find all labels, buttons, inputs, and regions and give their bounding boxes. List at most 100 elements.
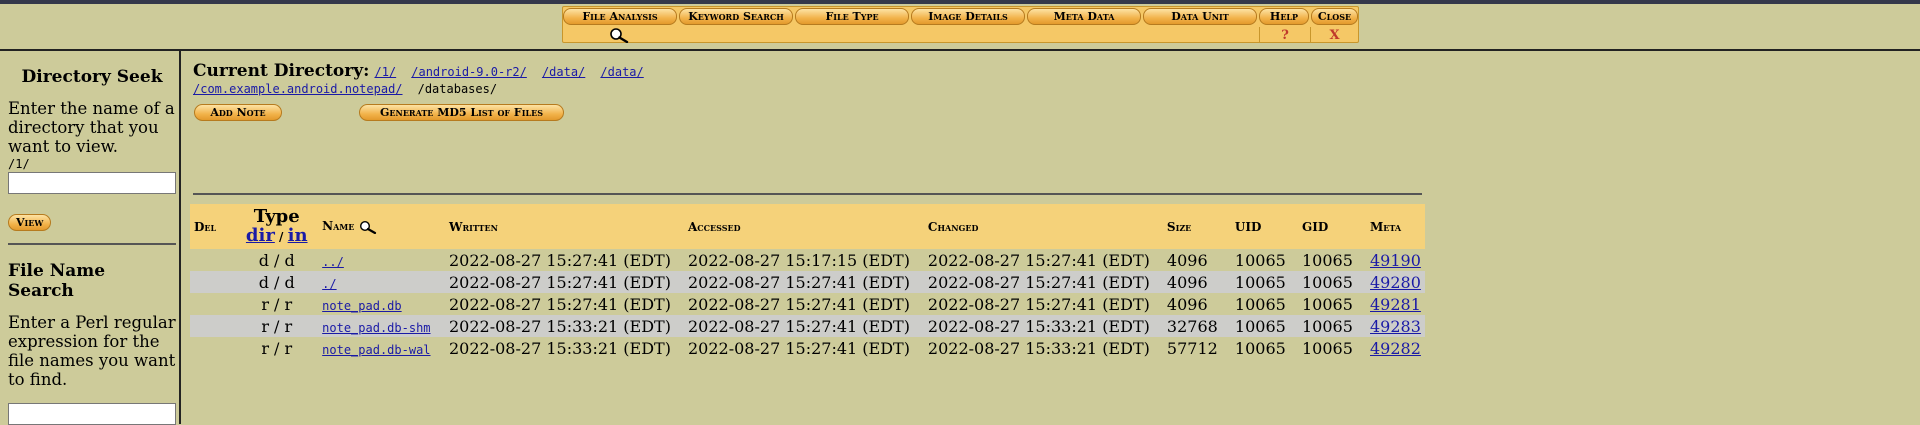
meta-link[interactable]: 49283 — [1370, 317, 1421, 336]
meta-link[interactable]: 49281 — [1370, 295, 1421, 314]
current-directory-label: Current Directory: — [193, 61, 370, 81]
menu-close[interactable]: Close — [1311, 8, 1358, 25]
menu-file-type[interactable]: File Type — [795, 8, 909, 25]
name-cell: ./ — [318, 271, 445, 293]
gid-cell: 10065 — [1298, 271, 1366, 293]
view-button[interactable]: View — [8, 214, 52, 231]
meta-link[interactable]: 49282 — [1370, 339, 1421, 358]
menu-meta-data[interactable]: Meta Data — [1027, 8, 1141, 25]
menu-help[interactable]: Help — [1259, 8, 1309, 25]
gid-cell: 10065 — [1302, 294, 1353, 314]
col-name-label: Name — [322, 219, 355, 234]
file-name-link[interactable]: ./ — [322, 277, 336, 291]
file-name-link[interactable]: note_pad.db-shm — [322, 321, 430, 335]
directory-seek-instructions: Enter the name of a directory that you w… — [8, 99, 175, 156]
changed-cell: 2022-08-27 15:27:41 (EDT) — [927, 250, 1150, 270]
name-cell: ../ — [318, 249, 445, 271]
file-table: Del Type dir / in Name Written Accessed … — [190, 204, 1425, 359]
path-current: /databases/ — [417, 82, 498, 96]
help-icon[interactable]: ? — [1260, 27, 1310, 43]
gid-cell: 10065 — [1302, 338, 1353, 358]
file-name-link[interactable]: note_pad.db-wal — [322, 343, 430, 357]
file-name-search-input[interactable] — [8, 403, 176, 425]
table-row: d / d ./ 2022-08-27 15:27:41 (EDT) 2022-… — [190, 271, 1425, 293]
file-name-search-title: File Name Search — [8, 261, 106, 301]
size-cell: 4096 — [1162, 271, 1231, 293]
meta-cell: 49190 — [1366, 249, 1425, 271]
path-link-1[interactable]: /1/ — [374, 65, 396, 79]
name-cell: note_pad.db-wal — [318, 337, 445, 359]
meta-cell: 49282 — [1366, 337, 1425, 359]
content-divider — [193, 193, 1422, 195]
type-in-link[interactable]: in — [288, 225, 308, 246]
col-accessed: Accessed — [684, 204, 924, 249]
meta-link[interactable]: 49190 — [1370, 251, 1421, 270]
sidebar: Directory Seek Enter the name of a direc… — [8, 51, 176, 425]
name-cell: note_pad.db — [318, 293, 445, 315]
file-name-link[interactable]: note_pad.db — [322, 299, 401, 313]
size-cell: 32768 — [1162, 315, 1231, 337]
del-cell — [190, 315, 236, 337]
table-row: d / d ../ 2022-08-27 15:27:41 (EDT) 2022… — [190, 249, 1425, 271]
type-cell: r / r — [261, 338, 293, 358]
size-cell: 57712 — [1166, 338, 1218, 358]
type-cell: r / r — [235, 315, 319, 337]
uid-cell: 10065 — [1234, 294, 1286, 314]
generate-md5-button[interactable]: Generate MD5 List of Files — [359, 104, 564, 121]
table-header-row: Del Type dir / in Name Written Accessed … — [190, 204, 1425, 249]
directory-seek-input[interactable] — [8, 172, 176, 194]
del-cell — [190, 293, 235, 315]
path-link-data[interactable]: /data/ — [542, 65, 585, 79]
type-dir-link[interactable]: dir — [246, 225, 275, 246]
uid-cell: 10065 — [1230, 315, 1298, 337]
close-icon[interactable]: X — [1311, 27, 1358, 43]
directory-seek-title: Directory Seek — [21, 67, 163, 87]
del-cell — [190, 249, 235, 271]
add-note-button[interactable]: Add Note — [194, 104, 282, 121]
del-cell — [190, 271, 236, 293]
col-written: Written — [445, 204, 684, 249]
written-cell: 2022-08-27 15:33:21 (EDT) — [445, 315, 684, 337]
table-row: r / r note_pad.db-wal 2022-08-27 15:33:2… — [190, 337, 1425, 359]
meta-cell: 49281 — [1366, 293, 1425, 315]
table-row: r / r note_pad.db-shm 2022-08-27 15:33:2… — [190, 315, 1425, 337]
changed-cell: 2022-08-27 15:27:41 (EDT) — [927, 294, 1150, 314]
uid-cell: 10065 — [1234, 338, 1286, 358]
menu-data-unit[interactable]: Data Unit — [1143, 8, 1257, 25]
type-cell: d / d — [258, 250, 295, 270]
meta-link[interactable]: 49280 — [1370, 273, 1421, 292]
file-name-search-instructions: Enter a Perl regular expression for the … — [8, 313, 176, 389]
file-name-link[interactable]: ../ — [322, 255, 344, 269]
col-name[interactable]: Name — [318, 204, 445, 249]
changed-cell: 2022-08-27 15:33:21 (EDT) — [927, 338, 1150, 358]
col-del: Del — [190, 204, 236, 249]
path-link-android[interactable]: /android-9.0-r2/ — [411, 65, 527, 79]
path-link-data-2[interactable]: /data/ — [600, 65, 643, 79]
col-meta: Meta — [1366, 204, 1425, 249]
menu-keyword-search[interactable]: Keyword Search — [679, 8, 793, 25]
changed-cell: 2022-08-27 15:33:21 (EDT) — [923, 315, 1163, 337]
keyword-search-magnifier[interactable] — [563, 27, 677, 43]
directory-seek-current-path: /1/ — [8, 157, 30, 171]
changed-cell: 2022-08-27 15:27:41 (EDT) — [923, 271, 1163, 293]
accessed-cell: 2022-08-27 15:27:41 (EDT) — [688, 338, 910, 358]
uid-cell: 10065 — [1234, 250, 1286, 270]
path-link-notepad[interactable]: /com.example.android.notepad/ — [193, 82, 403, 96]
accessed-cell: 2022-08-27 15:17:15 (EDT) — [688, 250, 910, 270]
written-cell: 2022-08-27 15:27:41 (EDT) — [449, 250, 671, 270]
gid-cell: 10065 — [1298, 315, 1366, 337]
size-cell: 4096 — [1166, 250, 1208, 270]
header-divider — [0, 49, 1920, 51]
meta-cell: 49283 — [1366, 315, 1425, 337]
col-type: Type dir / in — [235, 204, 319, 249]
menu-image-details[interactable]: Image Details — [911, 8, 1025, 25]
magnifier-icon — [610, 28, 629, 43]
menu-file-analysis[interactable]: File Analysis — [563, 8, 677, 25]
accessed-cell: 2022-08-27 15:27:41 (EDT) — [688, 294, 910, 314]
magnifier-icon[interactable] — [358, 220, 380, 234]
col-size: Size — [1162, 204, 1231, 249]
del-cell — [190, 337, 235, 359]
table-row: r / r note_pad.db 2022-08-27 15:27:41 (E… — [190, 293, 1425, 315]
col-type-label: Type — [253, 205, 300, 227]
uid-cell: 10065 — [1230, 271, 1298, 293]
